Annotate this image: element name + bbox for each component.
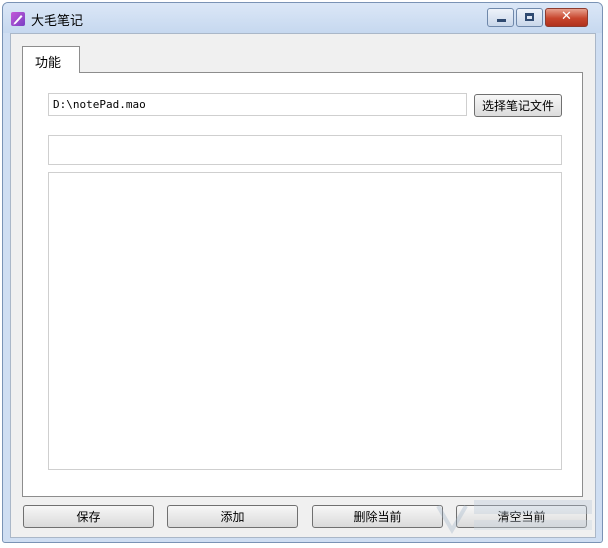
clear-current-button[interactable]: 清空当前 <box>456 505 587 528</box>
note-title-field[interactable] <box>48 135 562 165</box>
save-button[interactable]: 保存 <box>23 505 154 528</box>
file-path-field[interactable] <box>48 93 467 116</box>
note-content-area[interactable] <box>48 172 562 470</box>
add-button[interactable]: 添加 <box>167 505 298 528</box>
maximize-button[interactable] <box>516 8 543 27</box>
close-icon: ✕ <box>561 9 572 24</box>
delete-current-button[interactable]: 删除当前 <box>312 505 443 528</box>
minimize-button[interactable] <box>487 8 514 27</box>
window-title: 大毛笔记 <box>31 14 84 29</box>
select-note-file-button[interactable]: 选择笔记文件 <box>474 94 562 117</box>
close-button[interactable]: ✕ <box>545 8 588 27</box>
minimize-icon <box>497 19 506 22</box>
tab-panel: 选择笔记文件 <box>22 72 583 497</box>
title-bar[interactable]: 大毛笔记 ✕ <box>3 3 602 33</box>
tab-label: 功能 <box>35 56 62 71</box>
maximize-icon <box>525 13 534 21</box>
client-area: 功能 选择笔记文件 保存 添加 删除当前 清空当前 <box>10 33 596 538</box>
app-window: 大毛笔记 ✕ 功能 选择笔记文件 保存 添加 删除当前 清空当前 <box>2 2 603 543</box>
tab-functions[interactable]: 功能 <box>22 46 80 73</box>
notebook-app-icon <box>11 12 25 26</box>
